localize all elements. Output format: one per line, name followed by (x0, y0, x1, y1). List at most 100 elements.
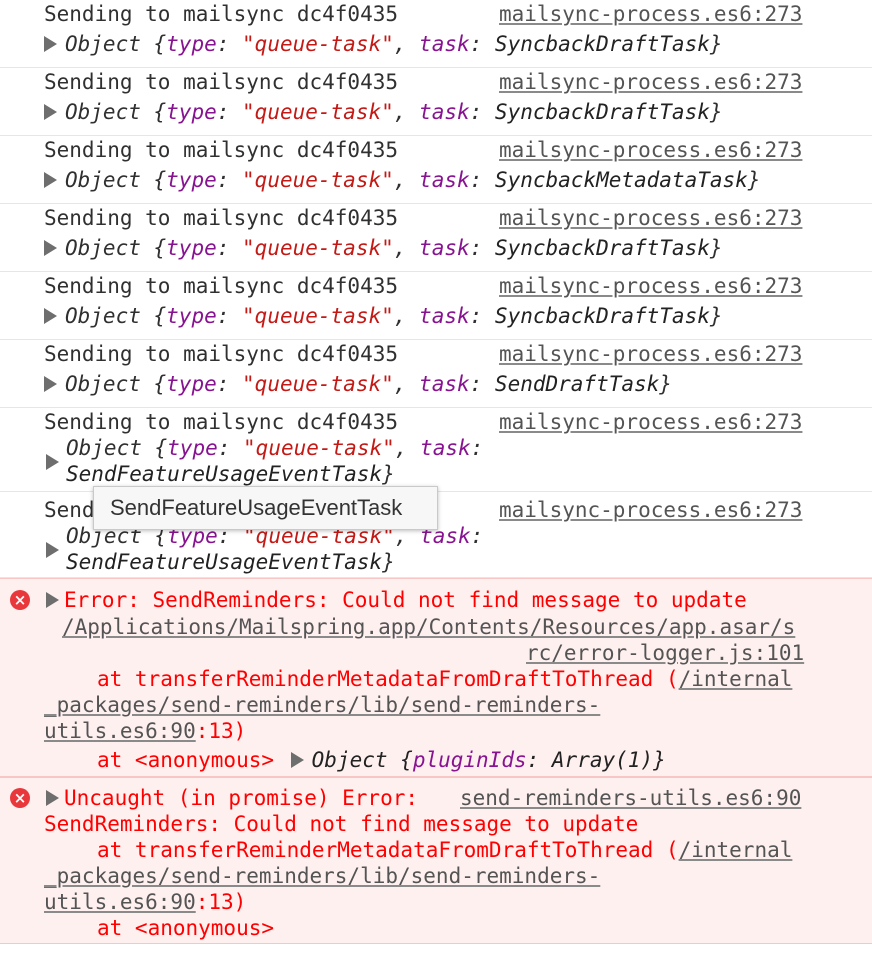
log-row: Sending to mailsync dc4f0435 mailsync-pr… (0, 136, 872, 204)
error-text: Error: SendReminders: Could not find mes… (64, 588, 747, 612)
error-circle-icon: × (10, 590, 30, 610)
object-suffix: } (709, 236, 723, 260)
log-message: Sending to mailsync dc4f0435 (44, 2, 399, 26)
log-message: Sending to mailsync dc4f0435 (44, 274, 399, 298)
object-string-value: "queue-task" (242, 236, 394, 260)
object-key: type (166, 168, 217, 192)
error-path-link-continued[interactable]: rc/error-logger.js:101 (526, 639, 804, 668)
stack-frame-link[interactable]: utils.es6:90 (44, 890, 196, 914)
triangle-right-icon[interactable] (46, 592, 59, 608)
object-preview[interactable]: Object {type: "queue-task", task: Syncba… (44, 234, 723, 263)
stack-frame: at transferReminderMetadataFromDraftToTh… (97, 665, 792, 694)
log-row: Sending to mailsync dc4f0435 mailsync-pr… (0, 340, 872, 408)
object-key: task (420, 436, 471, 460)
triangle-right-icon[interactable] (44, 376, 57, 392)
source-link[interactable]: mailsync-process.es6:273 (499, 340, 802, 369)
object-value: SendDraftTask (494, 372, 660, 396)
triangle-right-icon[interactable] (44, 172, 57, 188)
object-key: type (166, 100, 217, 124)
object-key: task (419, 372, 470, 396)
log-message: Sending to mailsync dc4f0435 (44, 138, 399, 162)
object-prefix: Object { (65, 32, 167, 56)
object-suffix: } (709, 100, 723, 124)
log-row: Sending to mailsync dc4f0435 mailsync-pr… (0, 68, 872, 136)
object-key: pluginIds (412, 748, 527, 772)
object-string-value: "queue-task" (242, 372, 394, 396)
object-string-value: "queue-task" (242, 168, 394, 192)
object-string-value: "queue-task" (242, 304, 394, 328)
source-link[interactable]: mailsync-process.es6:273 (499, 68, 802, 97)
object-suffix: } (709, 32, 723, 56)
source-link[interactable]: mailsync-process.es6:273 (499, 136, 802, 165)
object-key: type (166, 372, 217, 396)
object-preview[interactable]: Object {type: "queue-task", task: Syncba… (44, 30, 723, 59)
stack-frame-text: at transferReminderMetadataFromDraftToTh… (97, 667, 679, 691)
log-message: Sending to mailsync dc4f0435 (44, 410, 399, 434)
object-key: type (166, 32, 217, 56)
object-suffix: } (709, 304, 723, 328)
hover-tooltip: SendFeatureUsageEventTask (93, 486, 438, 530)
object-suffix: } (659, 372, 672, 396)
object-suffix: } (653, 748, 666, 772)
object-value: SendFeatureUsageEventTask (66, 462, 383, 486)
triangle-right-icon[interactable] (46, 542, 59, 558)
object-preview[interactable]: Object {type: "queue-task", task: Syncba… (44, 166, 760, 195)
object-preview[interactable]: Object {type: "queue-task", task: Syncba… (44, 98, 723, 127)
object-key: task (419, 168, 470, 192)
triangle-right-icon[interactable] (44, 240, 57, 256)
object-key: task (419, 100, 470, 124)
object-preview-continued[interactable]: SendFeatureUsageEventTask} (66, 460, 395, 489)
stack-frame-anonymous: at <anonymous> (97, 916, 275, 940)
source-link[interactable]: mailsync-process.es6:273 (499, 204, 802, 233)
object-key: type (167, 436, 218, 460)
object-value: SyncbackDraftTask (494, 100, 710, 124)
object-preview[interactable]: Object {type: "queue-task", task: (66, 434, 483, 463)
object-key: task (419, 304, 470, 328)
error-path-link[interactable]: /Applications/Mailspring.app/Contents/Re… (62, 613, 795, 642)
object-prefix: Object { (65, 236, 167, 260)
object-preview-continued[interactable]: SendFeatureUsageEventTask} (66, 548, 395, 577)
object-string-value: "queue-task" (242, 100, 394, 124)
object-suffix: } (382, 550, 395, 574)
stack-frame-suffix: :13) (195, 719, 247, 743)
source-link[interactable]: send-reminders-utils.es6:90 (460, 784, 801, 813)
object-prefix: Object { (66, 436, 168, 460)
log-message: Sending to mailsync dc4f0435 (44, 206, 399, 230)
source-link[interactable]: mailsync-process.es6:273 (499, 496, 802, 525)
object-preview[interactable]: Object {type: "queue-task", task: SendDr… (44, 370, 672, 399)
triangle-right-icon[interactable] (44, 36, 57, 52)
object-prefix: Object { (65, 168, 167, 192)
stack-frame: at transferReminderMetadataFromDraftToTh… (97, 836, 792, 865)
stack-frame-link[interactable]: utils.es6:90 (44, 719, 196, 743)
log-row: Sending to mailsync dc4f0435 mailsync-pr… (0, 408, 872, 492)
object-value: SendFeatureUsageEventTask (66, 550, 383, 574)
object-value: SyncbackMetadataTask (494, 168, 748, 192)
stack-frame-line-end: utils.es6:90:13) (44, 717, 246, 746)
source-link[interactable]: mailsync-process.es6:273 (499, 272, 802, 301)
error-message: × Error: SendReminders: Could not find m… (0, 578, 872, 777)
error-text-continued: SendReminders: Could not find message to… (44, 812, 639, 836)
object-preview[interactable]: Object {type: "queue-task", task: Syncba… (44, 302, 723, 331)
stack-frame-link[interactable]: /internal (679, 838, 793, 862)
error-text: Uncaught (in promise) Error: (64, 786, 419, 810)
object-key: type (166, 304, 217, 328)
triangle-right-icon[interactable] (46, 790, 59, 806)
triangle-right-icon[interactable] (44, 104, 57, 120)
source-link[interactable]: mailsync-process.es6:273 (499, 0, 802, 29)
log-row: Sending to mailsync dc4f0435 mailsync-pr… (0, 272, 872, 340)
log-row: Sending to mailsync dc4f0435 mailsync-pr… (0, 0, 872, 68)
log-message: Sending to mailsync dc4f0435 (44, 70, 399, 94)
triangle-right-icon[interactable] (44, 308, 57, 324)
triangle-right-icon[interactable] (46, 454, 59, 470)
object-value: SyncbackDraftTask (494, 236, 710, 260)
stack-frame-link-continued[interactable]: _packages/send-reminders/lib/send-remind… (44, 862, 600, 891)
object-value: SyncbackDraftTask (494, 32, 710, 56)
triangle-right-icon[interactable] (290, 752, 304, 768)
object-key: task (419, 236, 470, 260)
object-prefix: Object { (65, 304, 167, 328)
stack-frame-text: at transferReminderMetadataFromDraftToTh… (97, 838, 679, 862)
source-link[interactable]: mailsync-process.es6:273 (499, 408, 802, 437)
object-key: task (419, 32, 470, 56)
stack-frame-link[interactable]: /internal (679, 667, 793, 691)
stack-frame-link-continued[interactable]: _packages/send-reminders/lib/send-remind… (44, 691, 600, 720)
